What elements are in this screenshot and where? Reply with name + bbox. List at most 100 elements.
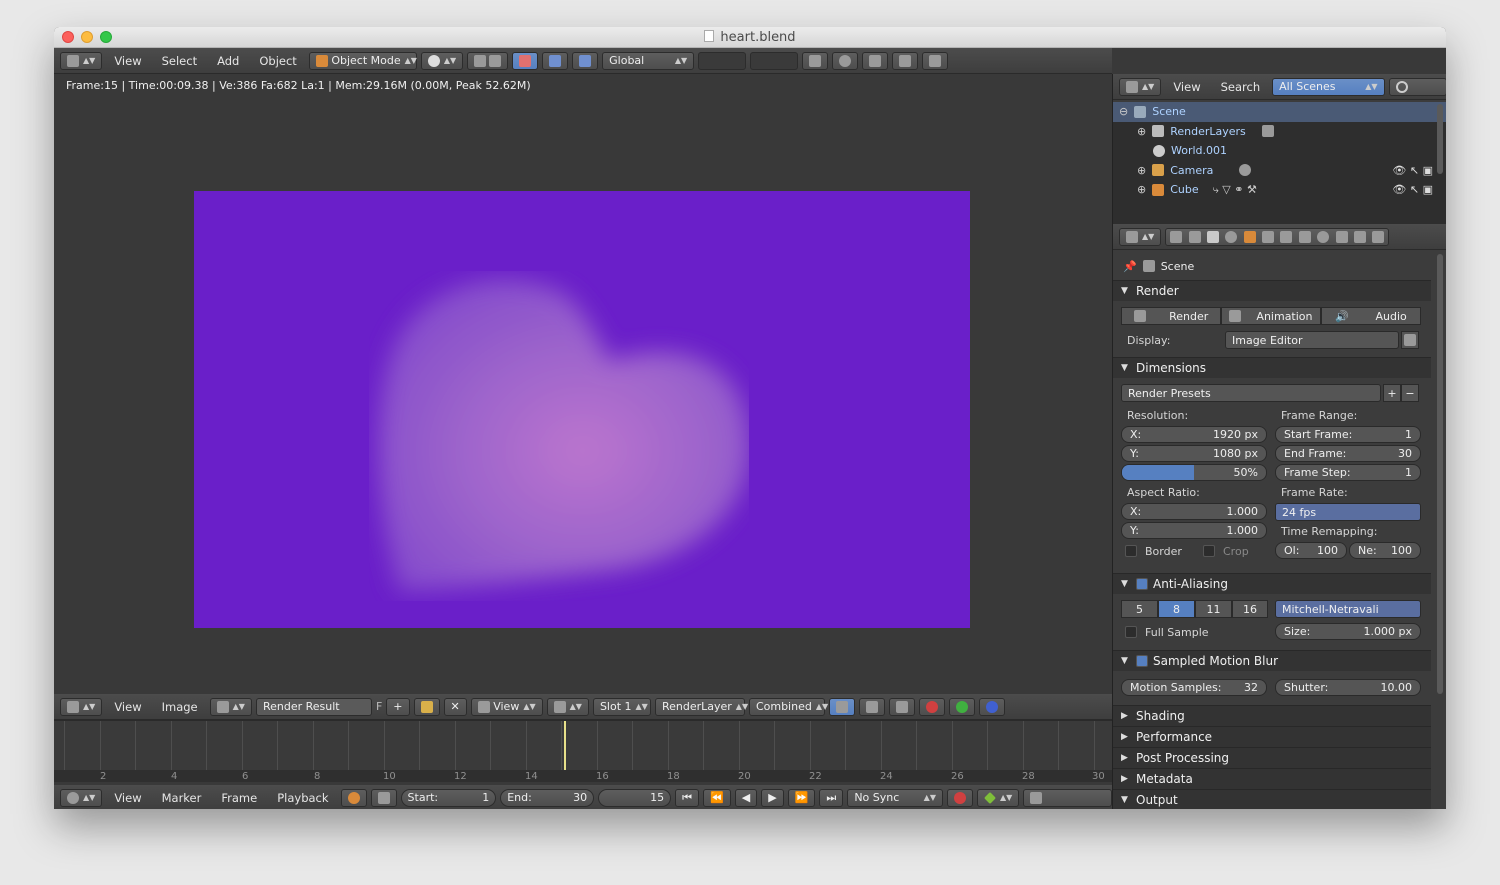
- timeline-area[interactable]: 2 4 6 8 10 12 14 16 18 20 22 24 26 28 30: [54, 720, 1112, 782]
- image-browse-button[interactable]: ▲▼: [209, 697, 252, 716]
- dimensions-section-header[interactable]: ▼ Dimensions: [1113, 357, 1431, 378]
- aspect-y-field[interactable]: Y: 1.000: [1121, 522, 1267, 539]
- new-image-button[interactable]: +: [386, 697, 410, 716]
- outliner-item-camera[interactable]: ⊕ Camera 👁 ↖ ▣: [1113, 161, 1446, 181]
- outliner-scrollbar[interactable]: [1437, 104, 1443, 174]
- outliner-editor-type-button[interactable]: ▲▼: [1119, 77, 1162, 96]
- aspect-x-field[interactable]: X: 1.000: [1121, 503, 1267, 520]
- outliner-item-cube[interactable]: ⊕ Cube ⤷ ▽ ⚭ ⚒ 👁 ↖ ▣: [1113, 180, 1446, 200]
- aa-size-field[interactable]: Size: 1.000 px: [1275, 623, 1421, 640]
- border-checkbox[interactable]: [1125, 545, 1137, 557]
- aa-filter-select[interactable]: Mitchell-Netravali: [1275, 600, 1421, 618]
- outliner-item-world[interactable]: World.001: [1113, 141, 1446, 161]
- outliner-filter-select[interactable]: All Scenes ▲▼: [1272, 77, 1385, 96]
- render-section-header[interactable]: ▼ Render: [1113, 280, 1431, 301]
- timeline-editor-type-button[interactable]: ▲▼: [60, 788, 103, 807]
- anti-aliasing-section-header[interactable]: ▼ Anti-Aliasing: [1113, 573, 1431, 594]
- menu-object[interactable]: Object: [251, 54, 304, 68]
- aa-samples-5[interactable]: 5: [1121, 600, 1158, 618]
- render-presets-select[interactable]: Render Presets: [1121, 384, 1381, 402]
- performance-section-header[interactable]: ▶ Performance: [1113, 726, 1431, 747]
- orientation-select[interactable]: Global ▲▼: [602, 51, 695, 70]
- outliner-menu-view[interactable]: View: [1165, 80, 1208, 94]
- draw-alpha-button[interactable]: [858, 697, 885, 716]
- remove-preset-button[interactable]: −: [1401, 384, 1419, 402]
- motion-blur-checkbox[interactable]: [1136, 655, 1148, 667]
- editor-type-button[interactable]: ▲▼: [60, 51, 103, 70]
- open-image-button[interactable]: [413, 697, 440, 716]
- lock-camera-button[interactable]: [802, 51, 829, 70]
- outliner-item-scene[interactable]: ⊖ Scene: [1113, 102, 1446, 122]
- display-lock-button[interactable]: [1401, 331, 1419, 349]
- metadata-section-header[interactable]: ▶ Metadata: [1113, 768, 1431, 789]
- pin-icon[interactable]: 📌: [1123, 260, 1137, 273]
- camera-visibility-icons[interactable]: 👁 ↖ ▣: [1392, 164, 1433, 177]
- frame-rate-select[interactable]: 24 fps: [1275, 503, 1421, 521]
- resolution-x-field[interactable]: X: 1920 px: [1121, 426, 1267, 443]
- outliner-search-field[interactable]: [1388, 77, 1446, 96]
- layer-buttons-a[interactable]: [698, 51, 747, 70]
- fake-user-label[interactable]: F: [376, 700, 382, 713]
- outliner-item-renderlayers[interactable]: ⊕ RenderLayers: [1113, 122, 1446, 142]
- render-button[interactable]: Render: [1121, 307, 1221, 325]
- aa-samples-11[interactable]: 11: [1195, 600, 1232, 618]
- scale-manipulator-button[interactable]: [572, 51, 599, 70]
- end-frame-field[interactable]: End Frame: 30: [1275, 445, 1421, 462]
- post-processing-section-header[interactable]: ▶ Post Processing: [1113, 747, 1431, 768]
- timeline-menu-marker[interactable]: Marker: [154, 791, 210, 805]
- unlink-image-button[interactable]: ✕: [443, 697, 467, 716]
- motion-samples-field[interactable]: Motion Samples: 32: [1121, 679, 1267, 696]
- aa-samples-8[interactable]: 8: [1158, 600, 1195, 618]
- mode-select[interactable]: Object Mode ▲▼: [308, 51, 417, 70]
- start-frame-field[interactable]: Start: 1: [400, 788, 497, 807]
- rotate-manipulator-button[interactable]: [542, 51, 569, 70]
- draw-blue-button[interactable]: [978, 697, 1005, 716]
- render-opengl-button[interactable]: [922, 51, 949, 70]
- render-layer-select[interactable]: RenderLayer ▲▼: [654, 697, 748, 716]
- translate-manipulator-button[interactable]: [512, 51, 539, 70]
- play-button[interactable]: ▶: [761, 788, 784, 807]
- draw-z-button[interactable]: [888, 697, 915, 716]
- jump-end-button[interactable]: ⏭: [819, 788, 844, 807]
- animation-button[interactable]: Animation: [1221, 307, 1321, 325]
- resolution-y-field[interactable]: Y: 1080 px: [1121, 445, 1267, 462]
- draw-rgb-alpha-button[interactable]: [828, 697, 855, 716]
- proportional-edit-button[interactable]: [832, 51, 859, 70]
- current-frame-cursor[interactable]: [564, 721, 566, 771]
- auto-keying-button[interactable]: [946, 788, 973, 807]
- properties-context-tabs[interactable]: [1165, 227, 1390, 246]
- motion-blur-section-header[interactable]: ▼ Sampled Motion Blur: [1113, 650, 1431, 671]
- render-pass-select[interactable]: Combined ▲▼: [748, 697, 828, 716]
- time-remap-new-field[interactable]: Ne: 100: [1349, 542, 1421, 559]
- anti-aliasing-checkbox[interactable]: [1136, 578, 1148, 590]
- resolution-percentage-slider[interactable]: 50%: [1121, 464, 1267, 481]
- shading-select[interactable]: ▲▼: [420, 51, 464, 70]
- add-preset-button[interactable]: +: [1383, 384, 1401, 402]
- shutter-field[interactable]: Shutter: 10.00: [1275, 679, 1421, 696]
- menu-view[interactable]: View: [106, 54, 149, 68]
- image-menu-view[interactable]: View: [106, 700, 149, 714]
- draw-green-button[interactable]: [948, 697, 975, 716]
- current-frame-field[interactable]: 15: [598, 788, 672, 807]
- view-mode-select[interactable]: View ▲▼: [470, 697, 543, 716]
- frame-step-field[interactable]: Frame Step: 1: [1275, 464, 1421, 481]
- timeline-menu-playback[interactable]: Playback: [269, 791, 336, 805]
- image-editor-type-button[interactable]: ▲▼: [60, 697, 103, 716]
- properties-scrollbar[interactable]: [1437, 254, 1443, 694]
- crop-checkbox[interactable]: [1203, 545, 1215, 557]
- layer-buttons-b[interactable]: [750, 51, 799, 70]
- image-editor-viewport[interactable]: Frame:15 | Time:00:09.38 | Ve:386 Fa:682…: [54, 74, 1112, 694]
- slot-select[interactable]: Slot 1 ▲▼: [592, 697, 651, 716]
- audio-button[interactable]: 🔊 Audio: [1321, 307, 1421, 325]
- output-section-header[interactable]: ▼ Output: [1113, 789, 1431, 809]
- end-frame-field[interactable]: End: 30: [500, 788, 595, 807]
- full-sample-checkbox[interactable]: [1125, 626, 1137, 638]
- sync-select[interactable]: No Sync ▲▼: [847, 788, 943, 807]
- snap-button[interactable]: [862, 51, 889, 70]
- image-menu-image[interactable]: Image: [154, 700, 206, 714]
- menu-select[interactable]: Select: [154, 54, 205, 68]
- properties-editor-type-button[interactable]: ▲▼: [1119, 227, 1162, 246]
- image-name-field[interactable]: Render Result: [255, 697, 372, 716]
- menu-add[interactable]: Add: [209, 54, 247, 68]
- jump-start-button[interactable]: ⏮: [675, 788, 700, 807]
